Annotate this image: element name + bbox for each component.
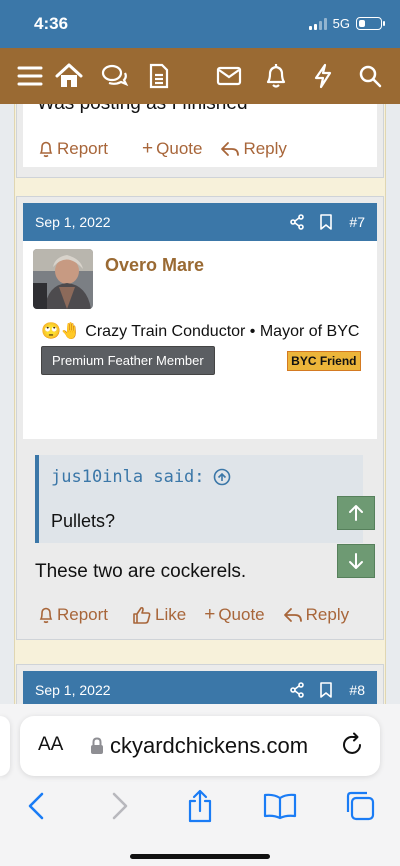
user-title: Crazy Train Conductor • Mayor of BYC [85,323,360,340]
reply-button[interactable]: Reply [283,605,349,625]
share-icon[interactable] [289,214,305,230]
scroll-down-button[interactable] [337,544,375,578]
previous-post-actions: Report + Quote Reply [38,138,305,160]
thumbs-up-icon [133,606,151,624]
user-row: Overo Mare [33,249,367,309]
plus-icon: + [142,138,154,159]
post-date[interactable]: Sep 1, 2022 [35,682,275,698]
address-bar[interactable]: AA ckyardchickens.com [20,716,380,776]
like-label: Like [155,605,187,624]
post-7-actions: Report Like + Quote Reply [38,604,367,626]
quote-label: Quote [218,605,265,624]
status-indicators: 5G [308,16,385,31]
quote-block: jus10inla said: Pullets? [35,455,363,543]
post-number[interactable]: #7 [349,214,365,230]
status-bar: 4:36 5G [0,0,400,48]
quote-attribution[interactable]: jus10inla said: [51,467,231,487]
menu-icon[interactable] [11,57,49,95]
network-label: 5G [332,16,350,31]
title-emojis: 🙄🤚 [41,323,81,340]
battery-level [358,19,365,27]
scroll-up-button[interactable] [337,496,375,530]
mail-icon[interactable] [210,57,248,95]
signal-icon [308,17,327,30]
lock-icon [90,737,104,760]
status-time: 4:36 [34,14,69,33]
reply-arrow-icon [221,142,240,156]
report-label: Report [57,605,109,624]
post-7: Sep 1, 2022 #7 Overo Mare 🙄🤚 Crazy Train… [16,196,384,640]
share-sheet-icon[interactable] [182,788,218,824]
report-label: Report [57,139,109,158]
share-icon[interactable] [289,682,305,698]
lightning-icon[interactable] [304,57,342,95]
reply-label: Reply [243,139,287,158]
bookmark-icon[interactable] [319,214,333,230]
arrow-up-icon [349,505,363,521]
bookmarks-icon[interactable] [262,788,298,824]
reply-label: Reply [305,605,350,624]
reply-button[interactable]: Reply [220,139,287,159]
report-button[interactable]: Report [38,139,108,159]
quote-button[interactable]: + Quote [142,138,202,160]
post-8-header: Sep 1, 2022 #8 [23,671,377,704]
post-7-header: Sep 1, 2022 #7 [23,203,377,241]
forward-icon[interactable] [102,788,138,824]
main-nav-bar [0,48,400,104]
report-button[interactable]: Report [38,605,108,625]
username[interactable]: Overo Mare [105,255,204,276]
user-title-line: 🙄🤚 Crazy Train Conductor • Mayor of BYC [33,321,367,342]
like-button[interactable]: Like [132,605,186,625]
bell-icon [39,607,53,624]
arrow-down-icon [349,553,363,569]
plus-icon: + [204,604,216,625]
premium-member-badge: Premium Feather Member [41,346,215,375]
home-icon[interactable] [50,57,88,95]
reload-icon[interactable] [342,732,364,761]
quote-author: jus10inla said: [51,467,205,487]
back-icon[interactable] [18,788,54,824]
jump-to-quote-icon[interactable] [213,468,231,486]
previous-tab-edge[interactable] [0,716,10,776]
post-number[interactable]: #8 [349,682,365,698]
battery-icon [356,17,385,30]
byc-friend-badge: BYC Friend [287,351,361,371]
previous-post-text: Was posting as I finished [37,104,248,115]
post-7-user-info: Overo Mare 🙄🤚 Crazy Train Conductor • Ma… [23,241,377,439]
thread-page: Was posting as I finished Report + Quote… [0,104,400,704]
forums-chat-icon[interactable] [96,57,134,95]
tabs-icon[interactable] [342,788,378,824]
url-text[interactable]: ckyardchickens.com [110,733,308,759]
reader-options-button[interactable]: AA [38,734,63,756]
post-8: Sep 1, 2022 #8 [16,664,384,704]
document-icon[interactable] [140,57,178,95]
home-indicator [130,854,270,859]
reply-arrow-icon [283,608,302,622]
bell-icon [39,141,53,158]
post-body: These two are cockerels. [35,561,247,582]
quote-label: Quote [156,139,203,158]
browser-chrome: AA ckyardchickens.com [0,704,400,866]
quote-button[interactable]: + Quote [204,604,264,626]
quote-text: Pullets? [51,511,116,531]
bell-icon[interactable] [257,57,295,95]
bookmark-icon[interactable] [319,682,333,698]
post-date[interactable]: Sep 1, 2022 [35,214,275,230]
avatar[interactable] [33,249,93,309]
search-icon[interactable] [351,57,389,95]
